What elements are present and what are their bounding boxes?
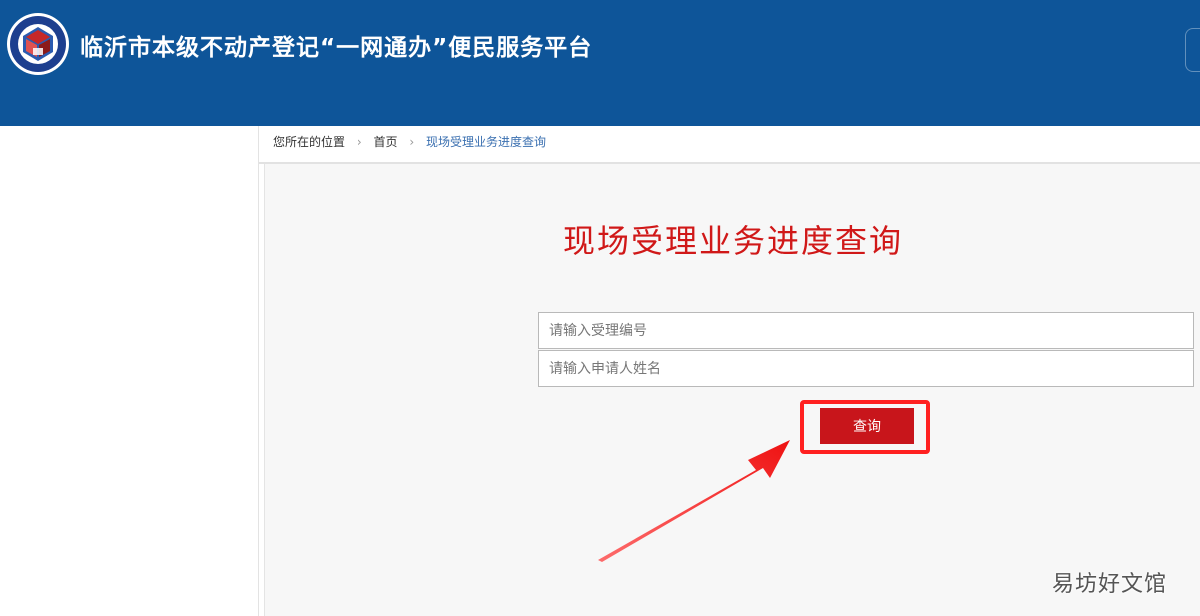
applicant-name-input[interactable]: [538, 350, 1194, 387]
query-button[interactable]: 查询: [820, 408, 914, 444]
query-panel: 现场受理业务进度查询 查询: [264, 164, 1200, 616]
page: 临沂市本级不动产登记“一网通办”便民服务平台 您所在的位置 › 首页 › 现场受…: [0, 0, 1200, 616]
site-header: 临沂市本级不动产登记“一网通办”便民服务平台: [0, 0, 1200, 126]
site-title: 临沂市本级不动产登记“一网通办”便民服务平台: [80, 35, 593, 61]
left-sidebar: [0, 126, 259, 616]
breadcrumb-current: 现场受理业务进度查询: [425, 135, 546, 149]
page-title: 现场受理业务进度查询: [562, 222, 903, 260]
real-estate-registration-emblem-icon[interactable]: [6, 12, 70, 76]
acceptance-number-input[interactable]: [538, 312, 1194, 349]
breadcrumb: 您所在的位置 › 首页 › 现场受理业务进度查询: [259, 126, 1200, 164]
chevron-right-icon: ›: [409, 135, 415, 149]
chevron-right-icon: ›: [356, 135, 362, 149]
breadcrumb-prefix: 您所在的位置: [273, 135, 346, 149]
watermark: 易坊好文馆: [1052, 572, 1168, 597]
breadcrumb-home-link[interactable]: 首页: [373, 135, 397, 149]
header-side-tab: [1185, 28, 1200, 72]
